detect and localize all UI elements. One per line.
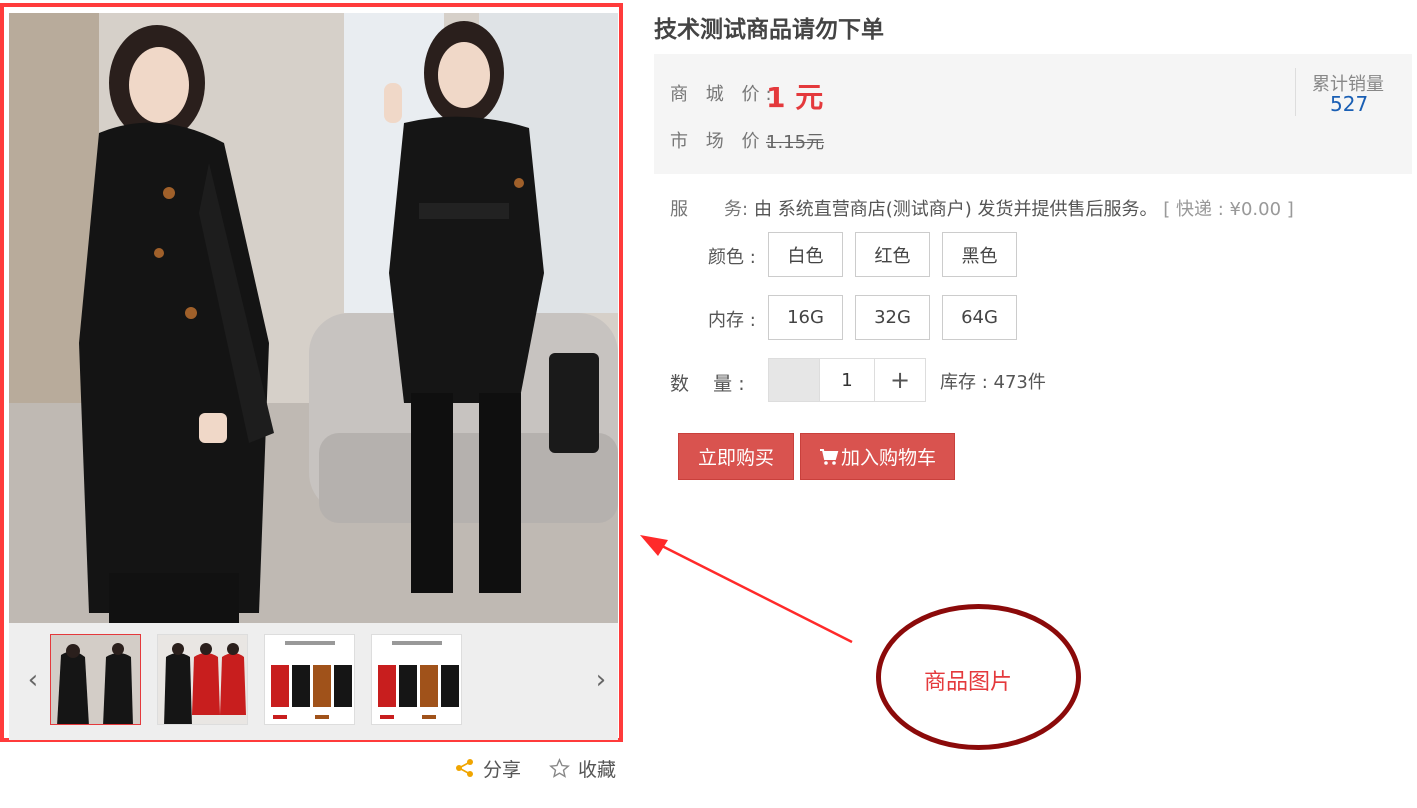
share-link[interactable]: 分享	[455, 753, 521, 783]
color-option-white[interactable]: 白色	[768, 232, 843, 277]
buy-now-button[interactable]: 立即购买	[678, 433, 794, 480]
thumbnail-3[interactable]	[264, 634, 355, 725]
memory-option-64g[interactable]: 64G	[942, 295, 1017, 340]
thumbnail-1[interactable]	[50, 634, 141, 725]
thumbnail-4[interactable]	[371, 634, 462, 725]
express-fee: [ 快递 : ¥0.00 ]	[1163, 199, 1294, 220]
share-icon	[455, 758, 475, 778]
stock-count: 库存 : 473件	[940, 372, 1046, 393]
service-info: 服务: 由 系统直营商店(测试商户) 发货并提供售后服务。 [ 快递 : ¥0.0…	[670, 195, 1294, 221]
product-title: 技术测试商品请勿下单	[654, 17, 884, 43]
color-option-red[interactable]: 红色	[855, 232, 930, 277]
cart-icon	[819, 448, 839, 466]
memory-option-32g[interactable]: 32G	[855, 295, 930, 340]
service-label: 服务:	[670, 199, 749, 220]
color-label: 颜色 :	[708, 247, 756, 268]
favorite-label: 收藏	[578, 758, 617, 781]
quantity-increase-button[interactable]: +	[874, 358, 926, 402]
annotation-label: 商品图片	[924, 670, 1013, 695]
mall-price-label: 商 城 价:	[670, 84, 778, 105]
product-image-gallery: ‹ ›	[0, 3, 623, 742]
thumbnail-prev-icon[interactable]: ‹	[21, 665, 45, 695]
sales-count: 527	[1330, 92, 1369, 116]
add-to-cart-label: 加入购物车	[840, 447, 936, 469]
market-price: 1.15元	[766, 132, 825, 153]
mall-price: 1 元	[766, 81, 824, 114]
main-product-image[interactable]	[9, 13, 618, 623]
thumbnail-strip: ‹ ›	[9, 623, 618, 740]
quantity-input[interactable]: 1	[820, 358, 874, 402]
memory-label: 内存 :	[708, 310, 756, 331]
market-price-label: 市 场 价:	[670, 131, 778, 152]
quantity-decrease-button[interactable]	[768, 358, 820, 402]
favorite-link[interactable]: 收藏	[549, 753, 616, 783]
thumbnail-2[interactable]	[157, 634, 248, 725]
buy-now-label: 立即购买	[697, 447, 774, 469]
star-icon	[549, 757, 570, 779]
quantity-label: 数 量 :	[670, 373, 745, 395]
price-box: 商 城 价: 1 元 市 场 价: 1.15元 累计销量 527	[654, 54, 1412, 174]
share-label: 分享	[483, 758, 522, 781]
color-option-black[interactable]: 黑色	[942, 232, 1017, 277]
memory-option-16g[interactable]: 16G	[768, 295, 843, 340]
sales-divider	[1295, 68, 1296, 116]
thumbnail-next-icon[interactable]: ›	[589, 665, 613, 695]
service-text: 由 系统直营商店(测试商户) 发货并提供售后服务。	[754, 199, 1158, 220]
add-to-cart-button[interactable]: 加入购物车	[800, 433, 955, 480]
